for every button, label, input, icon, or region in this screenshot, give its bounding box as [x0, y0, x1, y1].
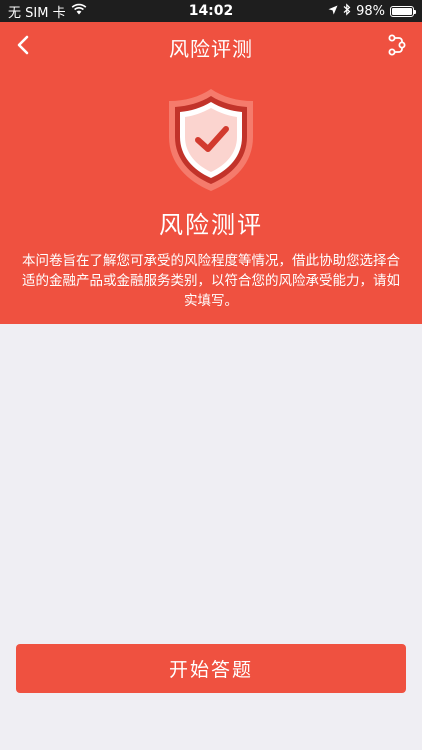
page-title: 风险评测: [169, 36, 253, 61]
hero-title: 风险测评: [159, 211, 263, 239]
shield-check-icon: [165, 87, 257, 197]
share-button[interactable]: [380, 30, 414, 64]
bluetooth-icon: [343, 2, 351, 20]
status-bar: 无 SIM 卡 14:02 98%: [0, 0, 422, 22]
nav-bar: 风险评测: [0, 22, 422, 72]
start-quiz-button[interactable]: 开始答题: [16, 644, 406, 693]
hero-description: 本问卷旨在了解您可承受的风险程度等情况，借此协助您选择合适的金融产品或金融服务类…: [22, 253, 400, 309]
status-right: 98%: [328, 2, 416, 20]
carrier-label: 无 SIM 卡: [8, 5, 66, 21]
back-button[interactable]: [6, 30, 40, 64]
shield-container: [0, 87, 422, 197]
wifi-icon: [71, 3, 87, 19]
status-left: 无 SIM 卡: [8, 2, 87, 21]
location-arrow-icon: [328, 4, 338, 19]
risk-assessment-page: 无 SIM 卡 14:02 98% 风险评测 风险测评 本问卷旨在了解您可承受的…: [0, 0, 422, 750]
header-banner: 风险评测 风险测评 本问卷旨在了解您可承受的风险程度等情况，借此协助您选择合适的…: [0, 22, 422, 324]
share-icon: [386, 34, 408, 60]
chevron-left-icon: [16, 35, 30, 59]
battery-icon: [390, 5, 416, 17]
battery-percent: 98%: [356, 3, 385, 19]
battery-fill: [392, 7, 412, 15]
